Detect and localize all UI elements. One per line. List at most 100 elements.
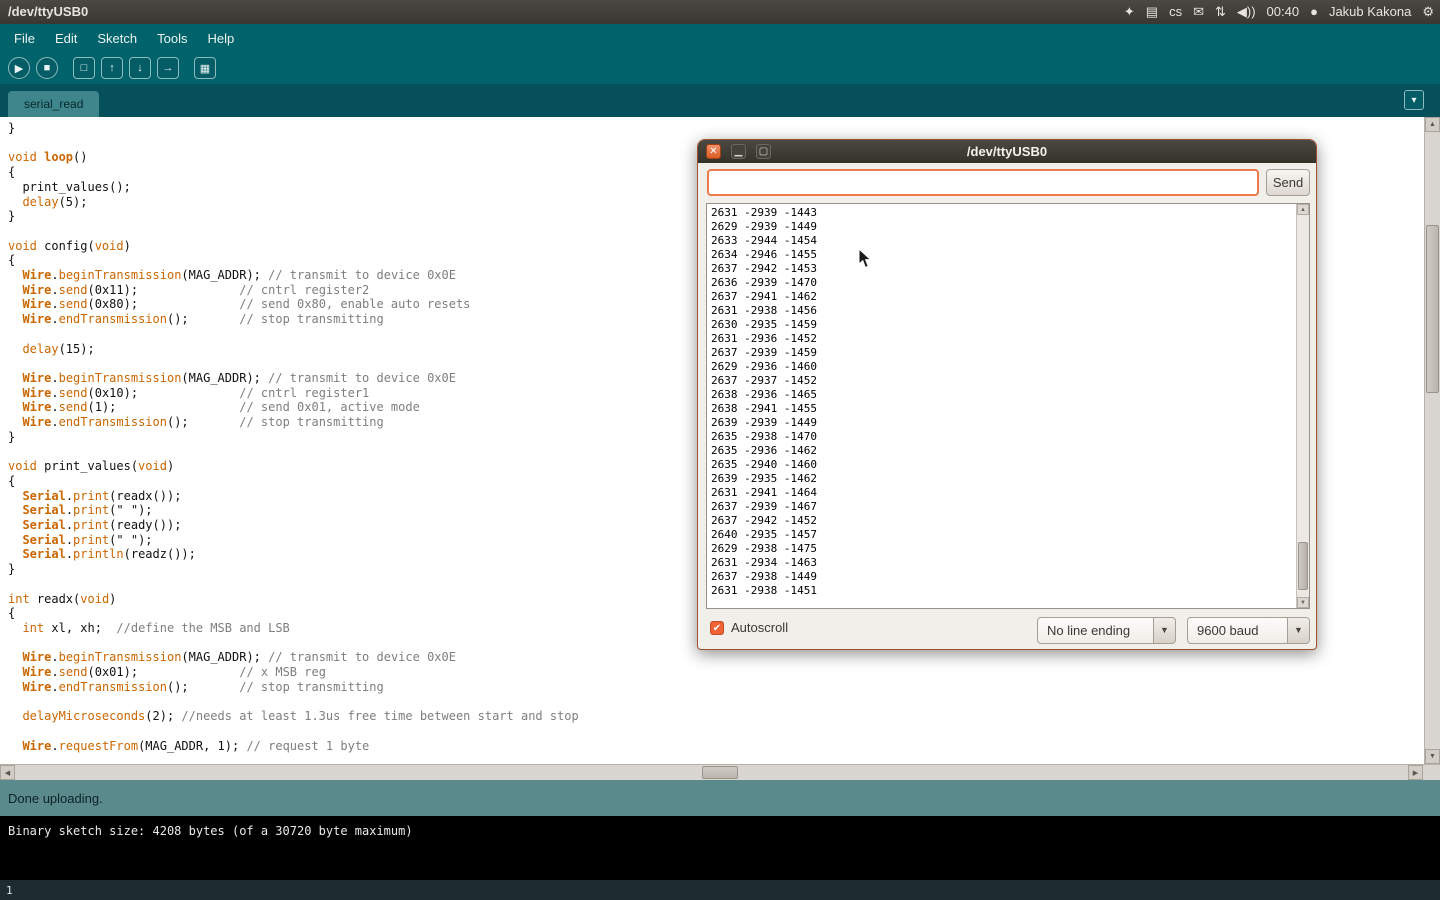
- serial-line: 2637 -2942 -1452: [711, 514, 817, 528]
- top-panel: /dev/ttyUSB0 ✦ ▤ cs ✉ ⇅ ◀)) 00:40 ● Jakub Kakona…: [0, 0, 1440, 24]
- serial-line: 2635 -2936 -1462: [711, 444, 817, 458]
- code-line: Serial.print(" ");: [8, 533, 579, 548]
- stop-button[interactable]: ■: [36, 57, 58, 79]
- menu-help[interactable]: Help: [197, 26, 244, 51]
- code-line: }: [8, 430, 579, 445]
- serial-line: 2631 -2936 -1452: [711, 332, 817, 346]
- code-line: Wire.beginTransmission(MAG_ADDR); // tra…: [8, 268, 579, 283]
- close-button[interactable]: ✕: [706, 144, 721, 159]
- open-sketch-button[interactable]: ↑: [101, 57, 123, 79]
- serial-output-area[interactable]: 2631 -2939 -14432629 -2939 -14492633 -29…: [706, 203, 1310, 609]
- tab-serial-read[interactable]: serial_read: [8, 91, 99, 117]
- code-line: Wire.send(0x80); // send 0x80, enable au…: [8, 297, 579, 312]
- serial-line: 2629 -2939 -1449: [711, 220, 817, 234]
- down-arrow-icon: ↓: [137, 62, 143, 74]
- session-gear-icon[interactable]: ⚙: [1422, 0, 1434, 24]
- code-line: [8, 577, 579, 592]
- serial-output-scrollbar[interactable]: ▲ ▼: [1296, 204, 1309, 608]
- serial-monitor-titlebar[interactable]: ✕ ▁ ▢ /dev/ttyUSB0: [698, 140, 1316, 163]
- up-arrow-icon: ↑: [109, 62, 115, 74]
- tab-menu-button[interactable]: ▾: [1404, 90, 1424, 110]
- tab-bar: serial_read ▾: [0, 84, 1440, 117]
- save-sketch-button[interactable]: ↓: [129, 57, 151, 79]
- code-line: Serial.print(ready());: [8, 518, 579, 533]
- serial-line: 2637 -2937 -1452: [711, 374, 817, 388]
- code-line: print_values();: [8, 180, 579, 195]
- network-icon[interactable]: ✦: [1124, 0, 1135, 24]
- editor-vertical-scrollbar[interactable]: ▲ ▼: [1424, 117, 1440, 764]
- code-line: Wire.beginTransmission(MAG_ADDR); // tra…: [8, 650, 579, 665]
- serial-line: 2637 -2939 -1467: [711, 500, 817, 514]
- serial-line: 2631 -2938 -1451: [711, 584, 817, 598]
- code-line: [8, 224, 579, 239]
- maximize-button[interactable]: ▢: [756, 144, 771, 159]
- code-line: delay(5);: [8, 195, 579, 210]
- user-icon[interactable]: ●: [1310, 0, 1318, 24]
- autoscroll-label: Autoscroll: [731, 620, 788, 635]
- chevron-down-icon[interactable]: ▼: [1288, 617, 1310, 644]
- active-window-title: /dev/ttyUSB0: [8, 4, 88, 19]
- serial-line: 2637 -2938 -1449: [711, 570, 817, 584]
- serial-line: 2639 -2935 -1462: [711, 472, 817, 486]
- serial-input[interactable]: [707, 169, 1259, 196]
- serial-line: 2629 -2938 -1475: [711, 542, 817, 556]
- code-line: }: [8, 209, 579, 224]
- menu-file[interactable]: File: [4, 26, 45, 51]
- scroll-up-arrow[interactable]: ▲: [1297, 204, 1309, 215]
- baud-rate-dropdown[interactable]: 9600 baud ▼: [1187, 617, 1310, 644]
- serial-monitor-button[interactable]: ▦: [194, 57, 216, 79]
- new-file-icon: □: [81, 62, 88, 74]
- code-line: Wire.send(0x01); // x MSB reg: [8, 665, 579, 680]
- user-name[interactable]: Jakub Kakona: [1329, 0, 1411, 24]
- volume-icon[interactable]: ◀)): [1237, 0, 1256, 24]
- scroll-up-arrow[interactable]: ▲: [1425, 117, 1440, 132]
- code-line: [8, 694, 579, 709]
- keyboard-icon[interactable]: ▤: [1146, 0, 1158, 24]
- code-line: {: [8, 165, 579, 180]
- clock[interactable]: 00:40: [1267, 0, 1300, 24]
- menu-sketch[interactable]: Sketch: [87, 26, 147, 51]
- menu-tools[interactable]: Tools: [147, 26, 197, 51]
- send-button[interactable]: Send: [1266, 169, 1310, 196]
- serial-line: 2637 -2941 -1462: [711, 290, 817, 304]
- stop-icon: ■: [44, 62, 51, 74]
- code-line: Wire.requestFrom(MAG_ADDR, 1); // reques…: [8, 739, 579, 754]
- serial-line: 2631 -2941 -1464: [711, 486, 817, 500]
- menu-bar: FileEditSketchToolsHelp: [0, 24, 1440, 52]
- code-line: Wire.endTransmission(); // stop transmit…: [8, 680, 579, 695]
- new-sketch-button[interactable]: □: [73, 57, 95, 79]
- code-line: delay(15);: [8, 342, 579, 357]
- scroll-down-arrow[interactable]: ▼: [1297, 597, 1309, 608]
- editor-horizontal-scrollbar[interactable]: ◀ ▶: [0, 764, 1440, 780]
- code-line: void loop(): [8, 150, 579, 165]
- menu-edit[interactable]: Edit: [45, 26, 87, 51]
- code-line: {: [8, 253, 579, 268]
- status-bar: Done uploading.: [0, 780, 1440, 816]
- code-line: [8, 136, 579, 151]
- verify-button[interactable]: ▶: [8, 57, 30, 79]
- upload-button[interactable]: →: [157, 57, 179, 79]
- scroll-left-arrow[interactable]: ◀: [0, 765, 15, 780]
- code-line: Wire.beginTransmission(MAG_ADDR); // tra…: [8, 371, 579, 386]
- bottom-strip: 1: [0, 880, 1440, 900]
- scroll-right-arrow[interactable]: ▶: [1408, 765, 1423, 780]
- line-ending-dropdown[interactable]: No line ending ▼: [1037, 617, 1176, 644]
- mail-icon[interactable]: ✉: [1193, 0, 1204, 24]
- sync-icon[interactable]: ⇅: [1215, 0, 1226, 24]
- keyboard-layout-indicator[interactable]: cs: [1169, 0, 1182, 24]
- play-icon: ▶: [15, 62, 23, 75]
- line-number-indicator: 1: [6, 884, 13, 897]
- chevron-down-icon[interactable]: ▼: [1154, 617, 1176, 644]
- code-line: [8, 327, 579, 342]
- minimize-button[interactable]: ▁: [731, 144, 746, 159]
- tray: ✦ ▤ cs ✉ ⇅ ◀)) 00:40 ● Jakub Kakona ⚙: [1124, 0, 1434, 24]
- code-area: } void loop(){ print_values(); delay(5);…: [8, 121, 579, 753]
- vertical-scrollbar-thumb[interactable]: [1426, 225, 1439, 393]
- serial-scrollbar-thumb[interactable]: [1298, 542, 1308, 590]
- autoscroll-checkbox[interactable]: ✔: [710, 621, 724, 635]
- baud-rate-value: 9600 baud: [1187, 617, 1288, 644]
- code-line: Serial.println(readz());: [8, 547, 579, 562]
- scroll-down-arrow[interactable]: ▼: [1425, 749, 1440, 764]
- horizontal-scrollbar-thumb[interactable]: [702, 766, 738, 779]
- right-arrow-icon: →: [163, 62, 174, 74]
